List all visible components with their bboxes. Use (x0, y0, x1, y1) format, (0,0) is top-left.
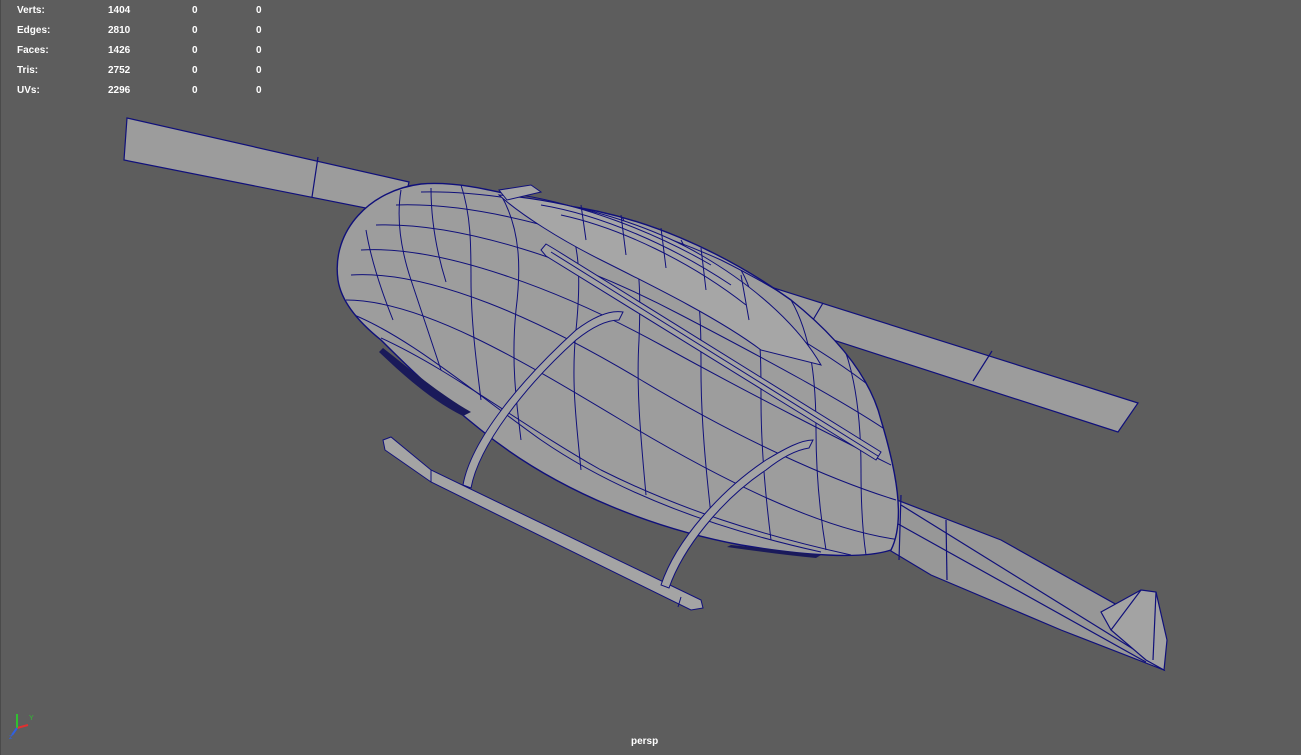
hud-value: 0 (192, 65, 198, 76)
svg-text:Y: Y (29, 715, 34, 722)
viewport-persp[interactable]: Verts: 1404 0 0 Edges: 2810 0 0 Faces: 1… (0, 0, 1301, 755)
hud-label: UVs: (17, 85, 40, 96)
hud-value: 1404 (108, 5, 131, 16)
tail-boom[interactable] (870, 489, 1166, 672)
hud-value: 0 (256, 85, 262, 96)
hud-row-tris: Tris: 2752 0 0 (17, 61, 277, 81)
hud-row-faces: Faces: 1426 0 0 (17, 41, 277, 61)
hud-value: 2296 (108, 85, 131, 96)
axis-gizmo-icon: Y z (9, 714, 34, 740)
hud-value: 0 (192, 45, 198, 56)
hud-label: Tris: (17, 65, 39, 76)
hud-label: Verts: (17, 5, 45, 16)
hud-row-uvs: UVs: 2296 0 0 (17, 81, 277, 101)
poly-count-hud: Verts: 1404 0 0 Edges: 2810 0 0 Faces: 1… (17, 1, 277, 101)
hud-value: 0 (192, 25, 198, 36)
hud-row-edges: Edges: 2810 0 0 (17, 21, 277, 41)
svg-text:z: z (9, 734, 13, 740)
hud-label: Edges: (17, 25, 51, 36)
hud-value: 0 (256, 5, 262, 16)
hud-value: 0 (256, 65, 262, 76)
camera-label: persp (631, 736, 659, 747)
hud-value: 1426 (108, 45, 131, 56)
hud-value: 2810 (108, 25, 131, 36)
helicopter-mesh[interactable] (1, 0, 1301, 755)
hud-value: 0 (192, 85, 198, 96)
hud-value: 0 (256, 45, 262, 56)
hud-label: Faces: (17, 45, 49, 56)
hud-value: 2752 (108, 65, 131, 76)
hud-row-verts: Verts: 1404 0 0 (17, 1, 277, 21)
hud-value: 0 (192, 5, 198, 16)
hud-value: 0 (256, 25, 262, 36)
